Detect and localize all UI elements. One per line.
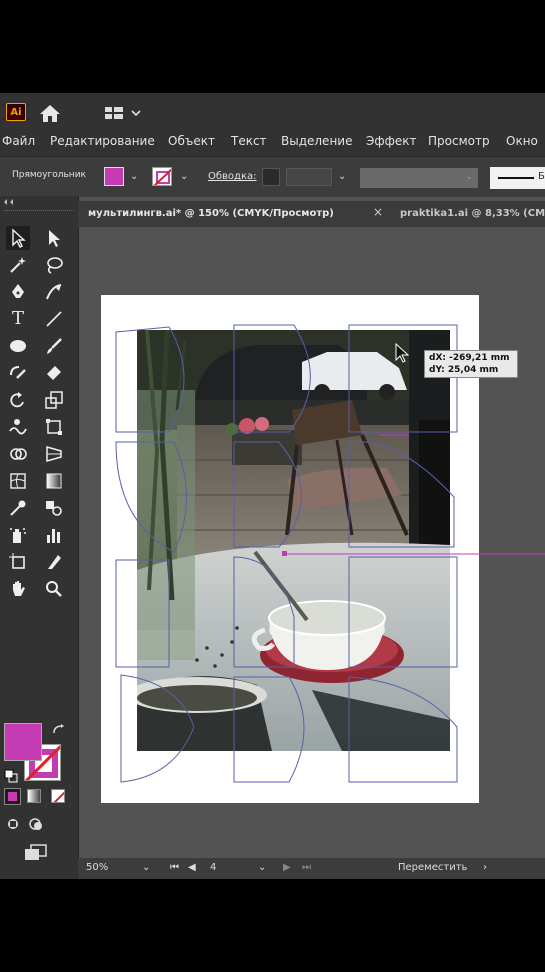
document-tabs: мультилингв.ai* @ 150% (CMYK/Просмотр) ×… [78, 201, 545, 228]
eraser-icon[interactable] [42, 361, 66, 385]
zoom-level[interactable]: 50% [86, 862, 108, 873]
paintbrush-icon[interactable] [42, 334, 66, 358]
first-artboard-icon[interactable]: ⏮ [170, 862, 179, 873]
object-type-label: Прямоугольник [12, 170, 86, 180]
menu-object[interactable]: Объект [168, 134, 215, 148]
stroke-stepper[interactable] [262, 168, 280, 186]
chevron-down-icon[interactable]: ⌄ [338, 171, 346, 182]
chevron-down-icon[interactable]: ⌄ [130, 171, 138, 182]
lasso-icon[interactable] [42, 253, 66, 277]
menu-edit[interactable]: Редактирование [50, 134, 155, 148]
menu-effect[interactable]: Эффект [366, 134, 417, 148]
status-bar: 50% ⌄ ⏮ ◀ 4 ⌄ ▶ ⏭ Переместить › [78, 858, 545, 879]
profile-text: Б [538, 171, 545, 182]
hand-icon[interactable] [6, 577, 30, 601]
stroke-swatch[interactable] [152, 167, 172, 186]
tool-state: Переместить [398, 862, 468, 873]
stroke-label[interactable]: Обводка: [208, 171, 257, 182]
ellipse-tool-icon[interactable] [6, 334, 30, 358]
canvas[interactable]: dX: -269,21 mm dY: 25,04 mm [79, 227, 545, 858]
rotate-icon[interactable] [6, 388, 30, 412]
illustrator-window: Ai Файл Редактирование Объект Текст Выде… [0, 93, 545, 879]
tools-panel: T [0, 196, 79, 879]
workspace-icon[interactable] [104, 105, 144, 121]
more-tools-icon[interactable]: ••• [27, 878, 55, 879]
gradient-icon[interactable] [42, 469, 66, 493]
stroke-weight-field[interactable] [286, 168, 332, 186]
color-mode-button[interactable] [4, 788, 21, 805]
fill-color-box[interactable] [4, 723, 42, 761]
brush-profile-dropdown[interactable]: Б [490, 167, 545, 189]
draw-mode-icon[interactable] [6, 817, 46, 831]
measure-tooltip: dX: -269,21 mm dY: 25,04 mm [424, 350, 518, 378]
tab-praktika1[interactable]: praktika1.ai @ 8,33% (CM [400, 208, 545, 219]
type-tool-icon[interactable]: T [6, 307, 30, 331]
slice-icon[interactable] [42, 550, 66, 574]
graph-icon[interactable] [42, 523, 66, 547]
app-bar: Ai [0, 93, 545, 129]
tab-multilingv[interactable]: мультилингв.ai* @ 150% (CMYK/Просмотр) [88, 208, 334, 219]
warp-icon[interactable] [6, 415, 30, 439]
variable-width-dropdown[interactable] [360, 168, 478, 188]
menu-select[interactable]: Выделение [281, 134, 352, 148]
collapse-icon[interactable] [2, 199, 16, 205]
gradient-mode-button[interactable] [27, 789, 41, 803]
ai-logo-icon: Ai [6, 103, 26, 121]
eyedropper-icon[interactable] [6, 496, 30, 520]
pen-tool-icon[interactable] [6, 280, 30, 304]
perspective-icon[interactable] [42, 442, 66, 466]
chevron-down-icon[interactable]: ⌄ [465, 171, 473, 182]
none-mode-button[interactable] [51, 789, 65, 803]
menu-bar: Файл Редактирование Объект Текст Выделен… [0, 129, 545, 156]
menu-window[interactable]: Окно [506, 134, 538, 148]
line-tool-icon[interactable] [42, 307, 66, 331]
curvature-icon[interactable] [42, 280, 66, 304]
dx-readout: dX: -269,21 mm [429, 353, 510, 363]
symbol-sprayer-icon[interactable] [6, 523, 30, 547]
screen-mode-icon[interactable] [24, 844, 48, 862]
chevron-down-icon[interactable]: ⌄ [142, 862, 150, 873]
menu-file[interactable]: Файл [2, 134, 35, 148]
artboard-tool-icon[interactable] [6, 550, 30, 574]
menu-type[interactable]: Текст [231, 134, 267, 148]
dy-readout: dY: 25,04 mm [429, 365, 499, 375]
shaper-icon[interactable] [6, 361, 30, 385]
magic-wand-icon[interactable] [6, 253, 30, 277]
zoom-icon[interactable] [42, 577, 66, 601]
next-artboard-icon[interactable]: ▶ [283, 862, 291, 873]
swap-icon[interactable] [52, 723, 66, 737]
close-icon[interactable]: × [373, 205, 383, 219]
chevron-right-icon[interactable]: › [483, 862, 487, 873]
last-artboard-icon[interactable]: ⏭ [302, 862, 311, 873]
scale-icon[interactable] [42, 388, 66, 412]
chevron-down-icon[interactable]: ⌄ [180, 171, 188, 182]
artboard-number[interactable]: 4 [210, 862, 216, 873]
home-icon[interactable] [38, 103, 62, 123]
chevron-down-icon[interactable]: ⌄ [258, 862, 266, 873]
mesh-icon[interactable] [6, 469, 30, 493]
cursor-icon [395, 343, 410, 363]
prev-artboard-icon[interactable]: ◀ [188, 862, 196, 873]
letter-outlines [115, 324, 545, 783]
control-bar: Прямоугольник ⌄ ⌄ Обводка: ⌄ ⌄ Б [0, 156, 545, 197]
shape-builder-icon[interactable] [6, 442, 30, 466]
menu-view[interactable]: Просмотр [428, 134, 490, 148]
selection-tool-icon[interactable] [6, 226, 30, 250]
direct-selection-icon[interactable] [42, 226, 66, 250]
panel-grip [4, 210, 74, 213]
blend-icon[interactable] [42, 496, 66, 520]
default-colors-icon[interactable] [4, 769, 18, 783]
free-transform-icon[interactable] [42, 415, 66, 439]
fill-swatch[interactable] [104, 167, 124, 186]
